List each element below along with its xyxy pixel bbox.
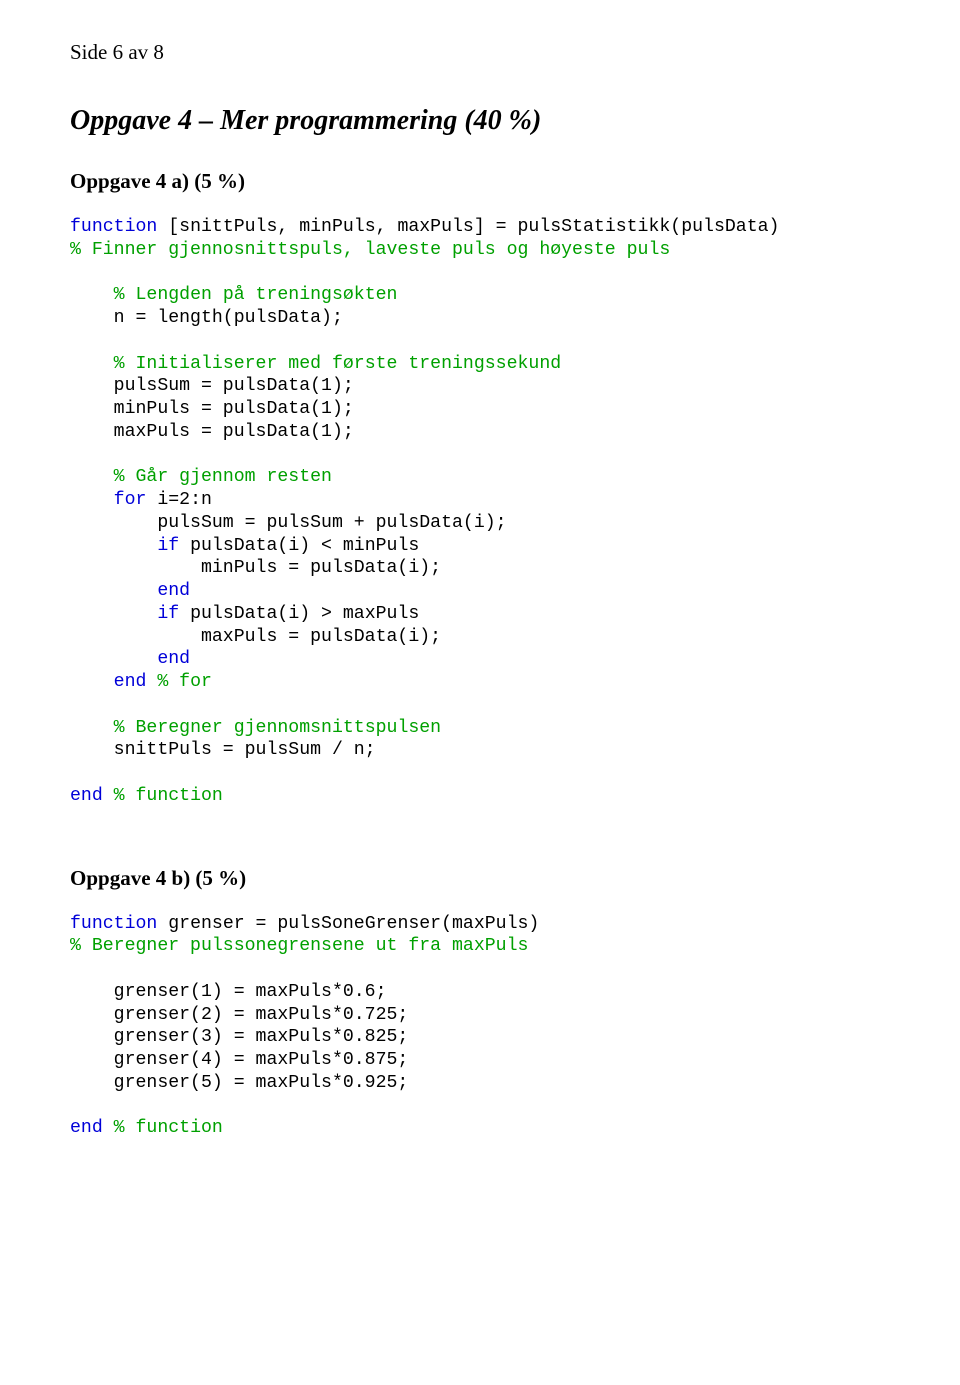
keyword-if: if <box>157 536 179 556</box>
keyword-end: end <box>157 649 190 669</box>
code-text: pulsData(i) < minPuls <box>179 536 419 556</box>
keyword-if: if <box>157 604 179 624</box>
keyword-function: function <box>70 217 157 237</box>
comment: % function <box>103 786 223 806</box>
code-text: minPuls = pulsData(1); <box>70 399 354 419</box>
code-text: pulsSum = pulsData(1); <box>70 376 354 396</box>
code-text: snittPuls = pulsSum / n; <box>70 740 376 760</box>
code-text: grenser = pulsSoneGrenser(maxPuls) <box>157 914 539 934</box>
code-text: minPuls = pulsData(i); <box>70 558 441 578</box>
comment: % Beregner gjennomsnittspulsen <box>114 718 441 738</box>
comment: % for <box>146 672 212 692</box>
code-text: maxPuls = pulsData(i); <box>70 627 441 647</box>
keyword-for: for <box>114 490 147 510</box>
code-text: maxPuls = pulsData(1); <box>70 422 354 442</box>
comment: % Går gjennom resten <box>114 467 332 487</box>
code-block-a: function [snittPuls, minPuls, maxPuls] =… <box>70 216 890 808</box>
code-text: grenser(1) = maxPuls*0.6; <box>70 982 387 1002</box>
comment: % Lengden på treningsøkten <box>114 285 398 305</box>
keyword-end: end <box>157 581 190 601</box>
code-text: grenser(5) = maxPuls*0.925; <box>70 1073 408 1093</box>
keyword-end: end <box>114 672 147 692</box>
page-number: Side 6 av 8 <box>70 40 890 65</box>
keyword-end: end <box>70 786 103 806</box>
code-block-b: function grenser = pulsSoneGrenser(maxPu… <box>70 913 890 1141</box>
comment: % Beregner pulssonegrensene ut fra maxPu… <box>70 936 528 956</box>
code-text: pulsData(i) > maxPuls <box>179 604 419 624</box>
code-text: pulsSum = pulsSum + pulsData(i); <box>70 513 507 533</box>
page-container: Side 6 av 8 Oppgave 4 – Mer programmerin… <box>0 0 960 1230</box>
keyword-end: end <box>70 1118 103 1138</box>
code-text: grenser(2) = maxPuls*0.725; <box>70 1005 408 1025</box>
section-gap <box>70 838 890 866</box>
heading-section-a: Oppgave 4 a) (5 %) <box>70 169 890 194</box>
code-text: n = length(pulsData); <box>70 308 343 328</box>
comment: % Finner gjennosnittspuls, laveste puls … <box>70 240 670 260</box>
code-text: i=2:n <box>146 490 212 510</box>
keyword-function: function <box>70 914 157 934</box>
comment: % function <box>103 1118 223 1138</box>
code-text: grenser(3) = maxPuls*0.825; <box>70 1027 408 1047</box>
heading-main: Oppgave 4 – Mer programmering (40 %) <box>70 105 890 137</box>
comment: % Initialiserer med første treningssekun… <box>114 354 562 374</box>
code-text: [snittPuls, minPuls, maxPuls] = pulsStat… <box>157 217 779 237</box>
code-text: grenser(4) = maxPuls*0.875; <box>70 1050 408 1070</box>
heading-section-b: Oppgave 4 b) (5 %) <box>70 866 890 891</box>
